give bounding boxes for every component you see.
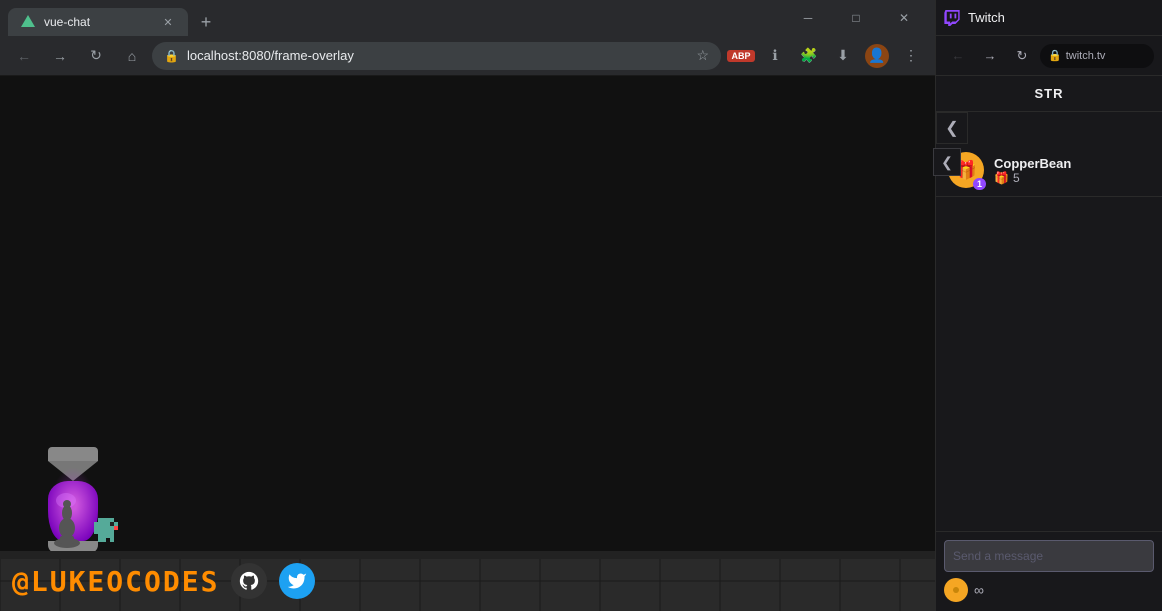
profile-avatar: 👤 xyxy=(865,44,889,68)
twitch-reload-button[interactable]: ↻ xyxy=(1008,42,1036,70)
abp-badge: ABP xyxy=(727,50,754,62)
home-button[interactable]: ⌂ xyxy=(116,40,148,72)
social-name: @LUKEOCODES xyxy=(12,565,219,598)
twitch-title-bar: Twitch xyxy=(936,0,1162,36)
menu-button[interactable]: ⋮ xyxy=(895,40,927,72)
chat-input[interactable]: Send a message xyxy=(944,540,1154,572)
new-tab-button[interactable]: + xyxy=(192,8,220,36)
minimize-button[interactable]: ─ xyxy=(785,0,831,36)
window-controls: ─ □ ✕ xyxy=(785,0,927,36)
tab-area: vue-chat ✕ + xyxy=(8,0,785,36)
twitch-url-text: twitch.tv xyxy=(1066,50,1106,62)
gift-count-row: 🎁 5 xyxy=(994,171,1150,185)
url-text: localhost:8080/frame-overlay xyxy=(187,48,688,63)
twitch-forward-button[interactable]: → xyxy=(976,42,1004,70)
active-tab[interactable]: vue-chat ✕ xyxy=(8,8,188,36)
game-area: @LUKEOCODES xyxy=(0,76,935,611)
twitch-tab-title: Twitch xyxy=(968,10,1005,25)
twitch-address-bar[interactable]: 🔒 twitch.tv xyxy=(1040,44,1154,68)
twitch-toolbar: ← → ↻ 🔒 twitch.tv xyxy=(936,36,1162,76)
abp-button[interactable]: ABP xyxy=(725,40,757,72)
pixel-character xyxy=(90,514,122,551)
address-bar[interactable]: 🔒 localhost:8080/frame-overlay ☆ xyxy=(152,42,721,70)
twitch-lock-icon: 🔒 xyxy=(1048,49,1062,62)
tab-close-button[interactable]: ✕ xyxy=(160,14,176,30)
browser-content: @LUKEOCODES xyxy=(0,76,935,611)
social-bar: @LUKEOCODES xyxy=(0,563,327,599)
twitch-collapse-button[interactable]: ❮ xyxy=(936,112,968,144)
chess-piece xyxy=(52,498,82,553)
bits-infinity: ∞ xyxy=(974,582,984,598)
close-button[interactable]: ✕ xyxy=(881,0,927,36)
title-bar: vue-chat ✕ + ─ □ ✕ xyxy=(0,0,935,36)
chat-messages xyxy=(936,197,1162,531)
github-icon[interactable] xyxy=(231,563,267,599)
tab-title: vue-chat xyxy=(44,15,152,29)
gift-info: CopperBean 🎁 5 xyxy=(994,156,1150,185)
twitch-panel: Twitch ← → ↻ 🔒 twitch.tv STR ❮ 🎁 1 Coppe… xyxy=(935,0,1162,611)
twitch-favicon xyxy=(944,10,960,26)
extensions-button[interactable]: 🧩 xyxy=(793,40,825,72)
browser-window: vue-chat ✕ + ─ □ ✕ ← → ↻ ⌂ 🔒 localhost:8… xyxy=(0,0,935,611)
tab-favicon xyxy=(20,14,36,30)
profile-button[interactable]: 👤 xyxy=(861,40,893,72)
gift-badge: 1 xyxy=(973,178,986,190)
bookmark-icon[interactable]: ☆ xyxy=(696,47,709,64)
twitch-chat-header: STR xyxy=(936,76,1162,112)
twitch-chat-label: STR xyxy=(1035,86,1064,101)
downloads-button[interactable]: ⬇ xyxy=(827,40,859,72)
panel-collapse-button[interactable]: ❮ xyxy=(933,148,961,176)
chat-actions: ∞ xyxy=(944,578,1154,602)
channel-points-icon[interactable] xyxy=(944,578,968,602)
security-icon: 🔒 xyxy=(164,49,179,63)
forward-button[interactable]: → xyxy=(44,40,76,72)
toolbar-actions: ABP ℹ 🧩 ⬇ 👤 ⋮ xyxy=(725,40,927,72)
back-button[interactable]: ← xyxy=(8,40,40,72)
maximize-button[interactable]: □ xyxy=(833,0,879,36)
twitter-icon[interactable] xyxy=(279,563,315,599)
browser-toolbar: ← → ↻ ⌂ 🔒 localhost:8080/frame-overlay ☆… xyxy=(0,36,935,76)
chat-placeholder: Send a message xyxy=(953,549,1043,563)
chat-input-area: Send a message ∞ xyxy=(936,531,1162,611)
gift-count: 5 xyxy=(1013,171,1020,185)
twitch-back-button[interactable]: ← xyxy=(944,42,972,70)
gift-notification: 🎁 1 CopperBean 🎁 5 xyxy=(936,144,1162,197)
info-button[interactable]: ℹ xyxy=(759,40,791,72)
reload-button[interactable]: ↻ xyxy=(80,40,112,72)
gift-sub-icon: 🎁 xyxy=(994,171,1009,185)
lamp-shade-top xyxy=(48,447,98,461)
gift-username: CopperBean xyxy=(994,156,1150,171)
